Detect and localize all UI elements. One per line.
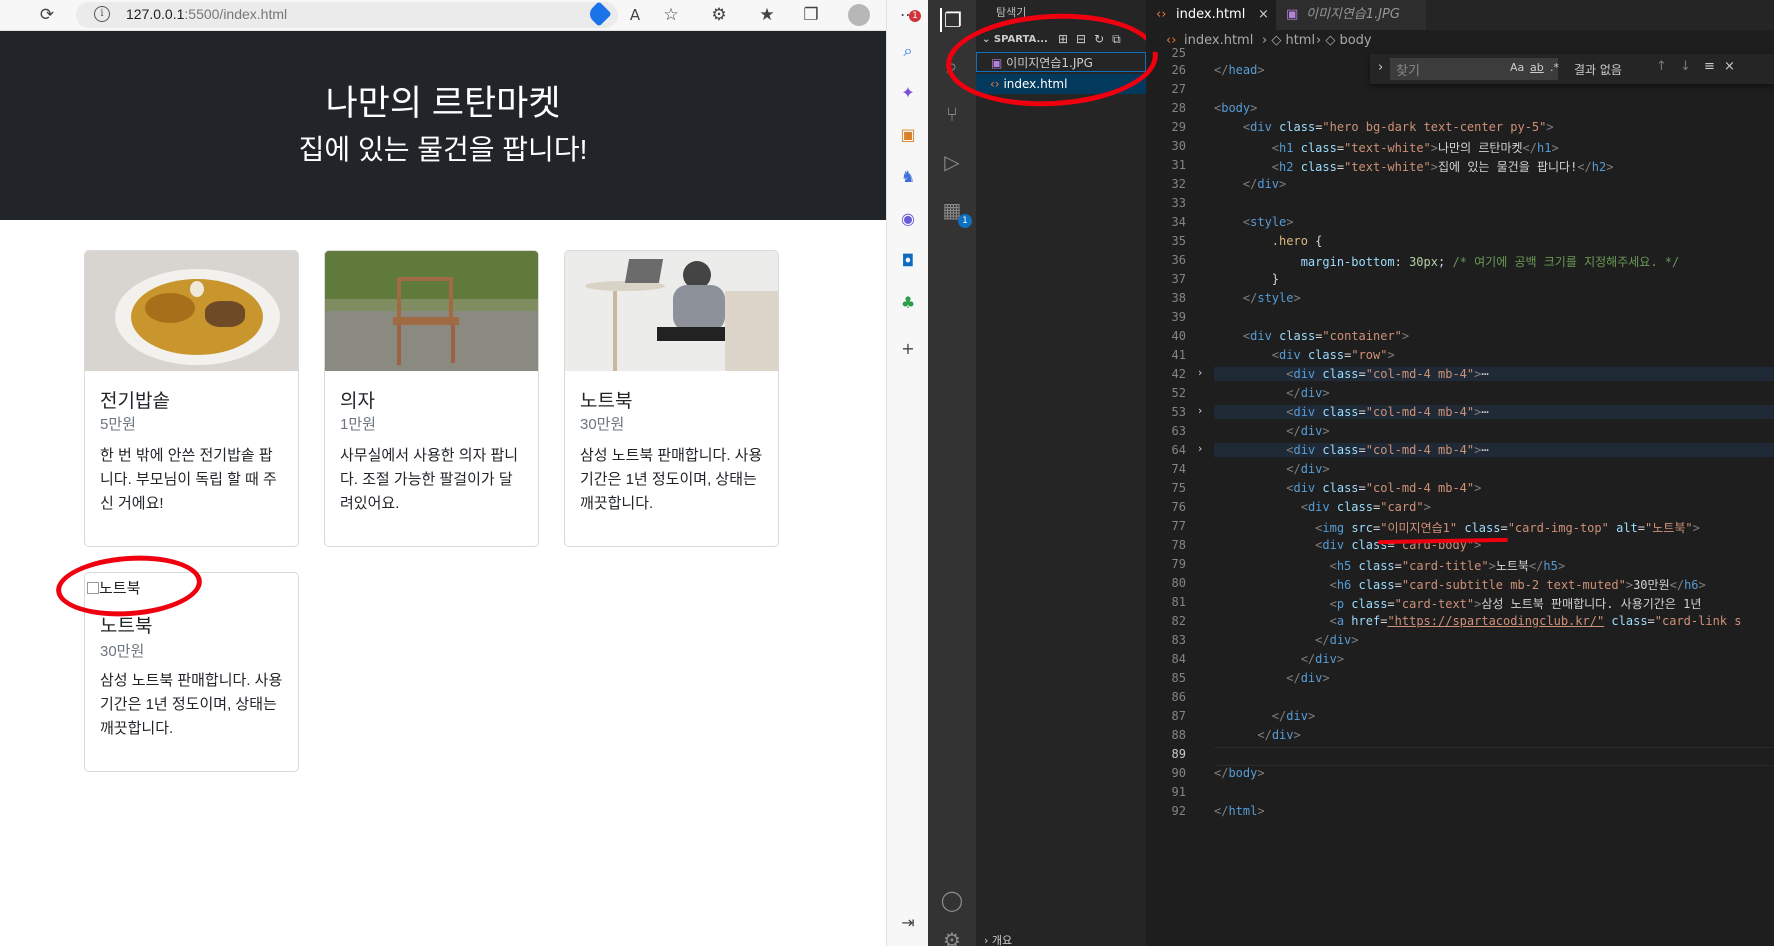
line-numbers: 25 26 27 28 29 30 31 32 33 34 35 36 37 38 39 40 41 4… xyxy=(1171,46,1186,818)
close-icon[interactable]: × xyxy=(1724,59,1735,74)
code-editor[interactable]: </head> <body> <div class="hero bg-dark … xyxy=(1214,52,1774,946)
card-title: 전기밥솥 xyxy=(100,391,170,412)
find-widget: › 찾기 Aa ab .* 결과 없음 ↑ ↓ ≡ × xyxy=(1370,54,1774,84)
info-icon[interactable]: i xyxy=(94,6,110,22)
url-text[interactable]: 127.0.0.1:5500/index.html xyxy=(126,6,287,22)
extensions-icon[interactable]: ⚙ xyxy=(708,4,730,26)
close-icon[interactable]: × xyxy=(1258,0,1269,30)
profile-icon[interactable] xyxy=(848,4,870,26)
fold-chevron-icon[interactable]: › xyxy=(1198,442,1202,455)
card-text: 삼성 노트북 판매합니다. 사용기간은 1년 정도이며, 상태는 깨끗합니다. xyxy=(100,672,283,737)
toggle-replace-icon[interactable]: › xyxy=(1378,60,1383,75)
regex-icon[interactable]: .* xyxy=(1550,61,1559,74)
source-control-icon[interactable]: ⑂ xyxy=(940,102,964,126)
account-icon[interactable]: ◯ xyxy=(940,888,964,912)
explorer-icon[interactable]: ❐ xyxy=(940,8,964,32)
activity-bar: ❐ ⌕ ⑂ ▷ ▦ 1 ◯ ⚙ xyxy=(928,0,976,946)
find-result: 결과 없음 xyxy=(1574,63,1622,77)
card-image-chair xyxy=(325,251,538,371)
outlook-icon[interactable]: ◘ xyxy=(897,250,919,272)
browser-toolbar: ⟳ i 127.0.0.1:5500/index.html A ☆ ⚙ ★ ❐ xyxy=(0,0,886,31)
sidebar-toggle-icon[interactable]: ⇥ xyxy=(897,912,919,934)
card-image-laptop xyxy=(565,251,778,371)
shopping-icon[interactable]: ▣ xyxy=(897,124,919,146)
collections-icon[interactable]: ❐ xyxy=(800,4,822,26)
run-debug-icon[interactable]: ▷ xyxy=(940,150,964,174)
product-card: 노트북 30만원 삼성 노트북 판매합니다. 사용기간은 1년 정도이며, 상태… xyxy=(564,250,779,547)
outline-section[interactable]: › 개요 xyxy=(984,932,1012,946)
copilot-icon[interactable]: ✦ xyxy=(897,82,919,104)
hero-title: 나만의 르탄마켓 xyxy=(325,84,561,123)
hero-subtitle: 집에 있는 물건을 팝니다! xyxy=(298,134,588,165)
card-price: 30만원 xyxy=(100,643,145,660)
breadcrumb-html[interactable]: › ◇ html xyxy=(1262,30,1315,52)
add-icon[interactable]: + xyxy=(897,338,919,360)
read-aloud-icon[interactable]: A xyxy=(624,4,646,26)
breadcrumb: ‹› index.html › ◇ html › ◇ body xyxy=(1146,30,1774,52)
games-icon[interactable]: ♞ xyxy=(897,166,919,188)
add-favorite-icon[interactable]: ☆ xyxy=(660,4,682,26)
card-price: 30만원 xyxy=(580,416,625,433)
card-text: 한 번 밖에 안쓴 전기밥솥 팝니다. 부모님이 독립 할 때 주신 거에요! xyxy=(100,447,277,512)
outline-label: 개요 xyxy=(991,934,1013,946)
search-icon[interactable]: ⌕ xyxy=(897,40,919,62)
card-text: 사무실에서 사용한 의자 팝니다. 조절 가능한 팔걸이가 달려있어요. xyxy=(340,447,519,512)
edge-sidebar: ⋯ 1 ⌕ ✦ ▣ ♞ ◉ ◘ ♣ + ⇥ xyxy=(886,0,928,946)
breadcrumb-file[interactable]: index.html xyxy=(1184,30,1253,52)
editor-tabs: ‹› index.html × ▣ 이미지연습1.JPG xyxy=(1146,0,1774,30)
breadcrumb-body-label: body xyxy=(1339,33,1372,48)
favorites-icon[interactable]: ★ xyxy=(756,4,778,26)
tab-image-preview[interactable]: ▣ 이미지연습1.JPG xyxy=(1276,0,1426,30)
reload-icon[interactable]: ⟳ xyxy=(36,4,58,26)
card-price: 5만원 xyxy=(100,416,136,433)
card-title: 노트북 xyxy=(580,391,633,412)
tab-label: index.html xyxy=(1176,7,1246,22)
address-bar[interactable]: i 127.0.0.1:5500/index.html xyxy=(76,1,618,28)
card-image-rice-cooker xyxy=(85,251,298,371)
image-file-icon: ▣ xyxy=(1286,7,1299,22)
card-text: 삼성 노트북 판매합니다. 사용기간은 1년 정도이며, 상태는 깨끗합니다. xyxy=(580,447,763,512)
breadcrumb-body[interactable]: › ◇ body xyxy=(1316,30,1372,52)
fold-chevron-icon[interactable]: › xyxy=(1198,404,1202,417)
fold-chevron-icon[interactable]: › xyxy=(1198,366,1202,379)
card-title: 의자 xyxy=(340,391,375,412)
match-case-icon[interactable]: Aa xyxy=(1510,61,1524,74)
browser-window: ⟳ i 127.0.0.1:5500/index.html A ☆ ⚙ ★ ❐ … xyxy=(0,0,886,946)
match-word-icon[interactable]: ab xyxy=(1530,61,1544,74)
settings-icon[interactable]: ⚙ xyxy=(940,928,964,946)
notification-badge: 1 xyxy=(909,10,921,22)
tab-label: 이미지연습1.JPG xyxy=(1306,7,1400,22)
next-match-icon[interactable]: ↓ xyxy=(1680,59,1691,74)
previous-match-icon[interactable]: ↑ xyxy=(1656,59,1667,74)
explorer-panel: 탐색기 ⌄ SPARTA... ⊞⊟↻⧉ ▣ 이미지연습1.JPG ‹› ind… xyxy=(976,0,1146,946)
card-price: 1만원 xyxy=(340,416,376,433)
tree-icon[interactable]: ♣ xyxy=(897,292,919,314)
product-card: 의자 1만원 사무실에서 사용한 의자 팝니다. 조절 가능한 팔걸이가 달려있… xyxy=(324,250,539,547)
product-card: 전기밥솥 5만원 한 번 밖에 안쓴 전기밥솥 팝니다. 부모님이 독립 할 때… xyxy=(84,250,299,547)
find-in-selection-icon[interactable]: ≡ xyxy=(1704,59,1715,74)
hero-banner: 나만의 르탄마켓 집에 있는 물건을 팝니다! xyxy=(0,31,886,220)
tab-index-html[interactable]: ‹› index.html × xyxy=(1146,0,1276,30)
office-icon[interactable]: ◉ xyxy=(897,208,919,230)
find-input[interactable]: 찾기 xyxy=(1396,60,1420,79)
url-host: 127.0.0.1 xyxy=(126,6,185,22)
extensions-badge: 1 xyxy=(958,214,972,228)
url-path: :5500/index.html xyxy=(184,6,288,22)
html-file-icon: ‹› xyxy=(1156,7,1167,22)
tag-icon[interactable] xyxy=(586,1,612,27)
breadcrumb-html-label: html xyxy=(1285,33,1316,48)
